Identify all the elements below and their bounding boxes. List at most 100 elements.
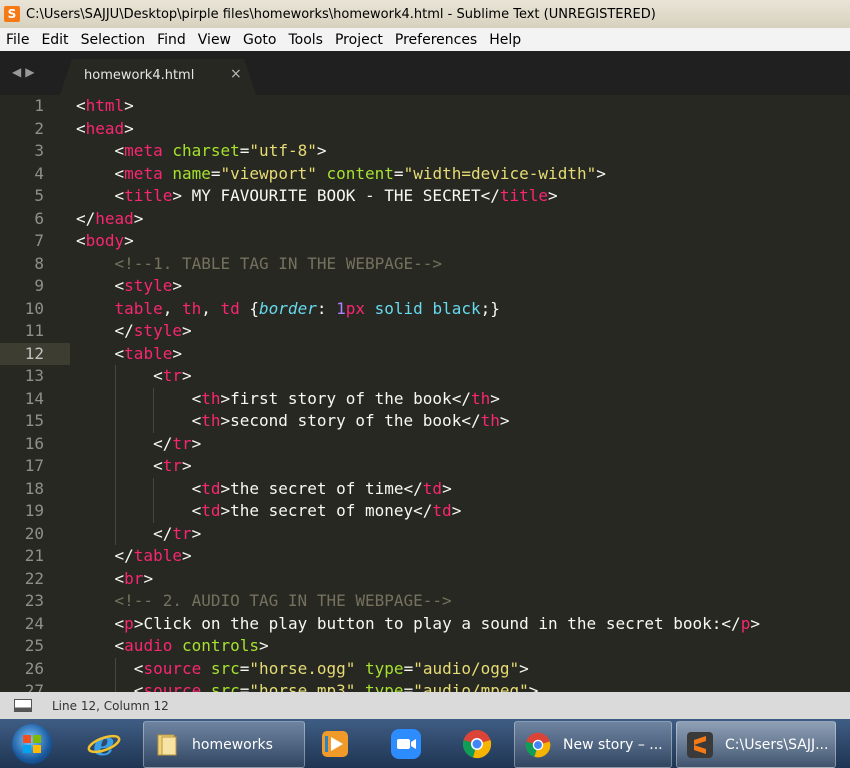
code-line[interactable]: 1 <html> <box>0 95 850 118</box>
zoom-icon[interactable] <box>384 724 428 764</box>
line-number: 5 <box>34 186 44 205</box>
code-line[interactable]: 14 <th>first story of the book</th> <box>0 387 850 410</box>
code-line[interactable]: 6 </head> <box>0 208 850 231</box>
taskbar-label: homeworks <box>192 736 273 753</box>
code-text: <th>second story of the book</th> <box>76 411 510 430</box>
chrome-icon[interactable] <box>455 724 499 764</box>
code-line[interactable]: 15 <th>second story of the book</th> <box>0 410 850 433</box>
menu-selection[interactable]: Selection <box>75 32 152 48</box>
code-line[interactable]: 9 <style> <box>0 275 850 298</box>
line-number: 11 <box>24 321 44 340</box>
tab-bar: ◀▶ homework4.html × <box>0 51 850 95</box>
code-text: <p>Click on the play button to play a so… <box>76 613 760 633</box>
code-line[interactable]: 25 <audio controls> <box>0 635 850 658</box>
line-number: 14 <box>24 388 44 408</box>
code-line[interactable]: 18 <td>the secret of time</td> <box>0 477 850 500</box>
code-line[interactable]: 7 <body> <box>0 230 850 253</box>
code-line[interactable]: 3 <meta charset="utf-8"> <box>0 140 850 163</box>
menu-project[interactable]: Project <box>329 32 389 48</box>
code-line[interactable]: 12 <table> <box>0 342 850 365</box>
menu-goto[interactable]: Goto <box>237 32 282 48</box>
taskbar-button-sublime[interactable]: C:\Users\SAJJ... <box>676 721 836 768</box>
code-text: <table> <box>76 343 182 363</box>
media-player-icon[interactable] <box>313 724 357 764</box>
line-number: 6 <box>34 208 44 228</box>
code-text: <td>the secret of time</td> <box>76 478 452 498</box>
code-line[interactable]: 23 <!-- 2. AUDIO TAG IN THE WEBPAGE--> <box>0 590 850 613</box>
line-number: 3 <box>34 141 44 160</box>
code-line[interactable]: 21 </table> <box>0 545 850 568</box>
line-number: 24 <box>24 613 44 633</box>
code-line[interactable]: 4 <meta name="viewport" content="width=d… <box>0 163 850 186</box>
code-line[interactable]: 8 <!--1. TABLE TAG IN THE WEBPAGE--> <box>0 253 850 276</box>
code-text: <html> <box>76 96 134 115</box>
menu-view[interactable]: View <box>192 32 237 48</box>
line-number: 25 <box>24 636 44 655</box>
menu-preferences[interactable]: Preferences <box>389 32 483 48</box>
line-number: 10 <box>24 298 44 318</box>
menu-file[interactable]: File <box>0 32 35 48</box>
start-button[interactable] <box>12 723 52 764</box>
code-text: <br> <box>76 568 154 588</box>
taskbar: e homeworks New story – ... C:\Users\SAJ… <box>0 719 850 768</box>
taskbar-label: New story – ... <box>563 736 663 753</box>
code-text: </style> <box>76 321 192 340</box>
tab-label: homework4.html <box>84 68 195 83</box>
code-text: <audio controls> <box>76 636 269 655</box>
sublime-icon <box>685 730 715 760</box>
close-icon[interactable]: × <box>230 66 242 82</box>
window-title: C:\Users\SAJJU\Desktop\pirple files\home… <box>26 6 656 22</box>
folder-icon <box>152 730 182 760</box>
tab-nav-arrows-icon[interactable]: ◀▶ <box>12 65 38 79</box>
sublime-app-icon: S <box>4 6 20 22</box>
code-text: <body> <box>76 231 134 250</box>
code-line[interactable]: 11 </style> <box>0 320 850 343</box>
code-text: </head> <box>76 208 144 228</box>
code-line[interactable]: 26 <source src="horse.ogg" type="audio/o… <box>0 657 850 680</box>
taskbar-button-chrome[interactable]: New story – ... <box>514 721 672 768</box>
code-line[interactable]: 27 <source src="horse.mp3" type="audio/m… <box>0 680 850 692</box>
code-text: <meta charset="utf-8"> <box>76 141 327 160</box>
windows-logo-icon <box>23 734 41 753</box>
menu-find[interactable]: Find <box>151 32 192 48</box>
internet-explorer-icon[interactable]: e <box>82 724 126 764</box>
code-text: <tr> <box>76 366 192 385</box>
code-line[interactable]: 24 <p>Click on the play button to play a… <box>0 613 850 636</box>
code-line[interactable]: 13 <tr> <box>0 365 850 388</box>
code-text: table, th, td {border: 1px solid black;} <box>114 298 500 318</box>
code-text: </table> <box>76 546 192 565</box>
line-number: 18 <box>24 478 44 498</box>
code-line[interactable]: 10 table, th, td {border: 1px solid blac… <box>0 298 850 321</box>
taskbar-button-homeworks[interactable]: homeworks <box>143 721 305 768</box>
line-number: 9 <box>34 276 44 295</box>
line-number: 7 <box>34 231 44 250</box>
code-line[interactable]: 2 <head> <box>0 118 850 141</box>
line-number: 4 <box>34 163 44 183</box>
code-line[interactable]: 5 <title> MY FAVOURITE BOOK - THE SECRET… <box>0 185 850 208</box>
panel-toggle-icon[interactable] <box>14 699 32 712</box>
code-text: </tr> <box>76 523 202 543</box>
line-number: 15 <box>24 411 44 430</box>
line-number: 23 <box>24 591 44 610</box>
menu-edit[interactable]: Edit <box>35 32 74 48</box>
line-number: 13 <box>24 366 44 385</box>
code-editor[interactable]: 1 <html> 2 <head> 3 <meta charset="utf-8"> 4 … <box>0 95 850 692</box>
chrome-icon <box>523 730 553 760</box>
tab-homework4[interactable]: homework4.html × <box>60 59 256 95</box>
line-number: 17 <box>24 456 44 475</box>
line-number: 19 <box>24 501 44 520</box>
title-bar: S C:\Users\SAJJU\Desktop\pirple files\ho… <box>0 0 850 28</box>
menu-tools[interactable]: Tools <box>282 32 329 48</box>
code-line[interactable]: 22 <br> <box>0 568 850 591</box>
code-line[interactable]: 19 <td>the secret of money</td> <box>0 500 850 523</box>
code-text: <!--1. TABLE TAG IN THE WEBPAGE--> <box>114 253 443 273</box>
line-number: 16 <box>24 433 44 453</box>
code-line[interactable]: 16 </tr> <box>0 432 850 455</box>
line-number: 20 <box>24 523 44 543</box>
code-text: <head> <box>76 118 134 138</box>
menu-help[interactable]: Help <box>483 32 527 48</box>
code-line[interactable]: 20 </tr> <box>0 522 850 545</box>
code-text: <source src="horse.mp3" type="audio/mpeg… <box>76 681 539 692</box>
code-text: </tr> <box>76 433 202 453</box>
code-line[interactable]: 17 <tr> <box>0 455 850 478</box>
